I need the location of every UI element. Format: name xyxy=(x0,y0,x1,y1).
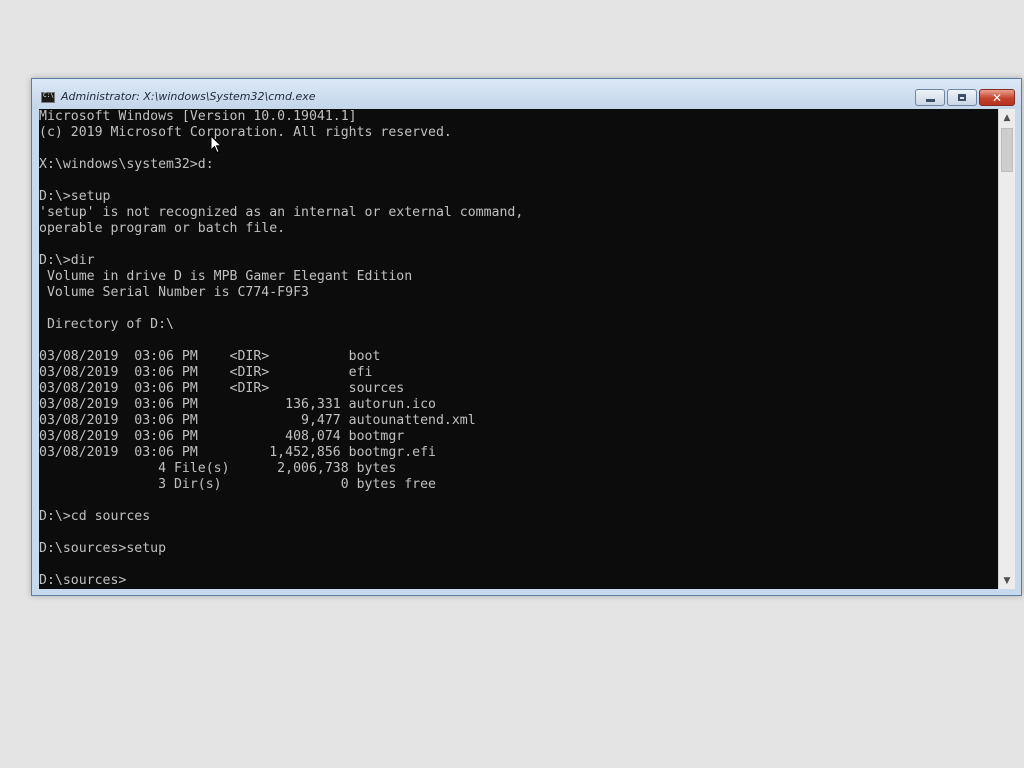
close-icon: ✕ xyxy=(991,90,1003,105)
console-line: 03/08/2019 03:06 PM <DIR> boot xyxy=(39,349,381,364)
desktop: Administrator: X:\windows\System32\cmd.e… xyxy=(0,0,1024,768)
console-line: operable program or batch file. xyxy=(39,221,286,236)
console-line: 03/08/2019 03:06 PM <DIR> sources xyxy=(39,381,405,396)
window-title: Administrator: X:\windows\System32\cmd.e… xyxy=(61,90,316,103)
console-line: Volume in drive D is MPB Gamer Elegant E… xyxy=(39,269,413,284)
console-output[interactable]: Microsoft Windows [Version 10.0.19041.1]… xyxy=(39,109,998,589)
vertical-scrollbar[interactable]: ▲ ▼ xyxy=(998,109,1015,589)
maximize-icon xyxy=(958,94,966,101)
console-line: 03/08/2019 03:06 PM 1,452,856 bootmgr.ef… xyxy=(39,445,436,460)
console-line: D:\>setup xyxy=(39,189,111,204)
console-line: D:\>cd sources xyxy=(39,509,151,524)
console-line: 'setup' is not recognized as an internal… xyxy=(39,205,524,220)
console-line: 03/08/2019 03:06 PM 9,477 autounattend.x… xyxy=(39,413,476,428)
console-line: 03/08/2019 03:06 PM <DIR> efi xyxy=(39,365,373,380)
console-line: Volume Serial Number is C774-F9F3 xyxy=(39,285,309,300)
console-line: D:\>dir xyxy=(39,253,95,268)
console-line: 4 File(s) 2,006,738 bytes xyxy=(39,461,397,476)
console-line: 03/08/2019 03:06 PM 136,331 autorun.ico xyxy=(39,397,436,412)
scroll-up-arrow-icon[interactable]: ▲ xyxy=(999,109,1015,126)
console-line: Microsoft Windows [Version 10.0.19041.1] xyxy=(39,109,357,124)
console-text: Microsoft Windows [Version 10.0.19041.1]… xyxy=(39,109,998,589)
mouse-pointer-icon xyxy=(210,135,222,154)
maximize-button[interactable] xyxy=(947,89,977,106)
console-line: 3 Dir(s) 0 bytes free xyxy=(39,477,436,492)
minimize-button[interactable] xyxy=(915,89,945,106)
cmd-window[interactable]: Administrator: X:\windows\System32\cmd.e… xyxy=(31,78,1022,596)
console-line: (c) 2019 Microsoft Corporation. All righ… xyxy=(39,125,452,140)
console-line: 03/08/2019 03:06 PM 408,074 bootmgr xyxy=(39,429,405,444)
scrollbar-thumb[interactable] xyxy=(1001,128,1013,172)
console-line: X:\windows\system32>d: xyxy=(39,157,214,172)
minimize-icon xyxy=(925,98,935,102)
scroll-down-arrow-icon[interactable]: ▼ xyxy=(999,572,1015,589)
cmd-app-icon[interactable] xyxy=(41,92,55,103)
console-line: D:\sources>setup xyxy=(39,541,167,556)
close-button[interactable]: ✕ xyxy=(979,89,1015,106)
title-bar[interactable]: Administrator: X:\windows\System32\cmd.e… xyxy=(32,79,1021,109)
console-line: Directory of D:\ xyxy=(39,317,174,332)
console-line: D:\sources> xyxy=(39,573,127,588)
